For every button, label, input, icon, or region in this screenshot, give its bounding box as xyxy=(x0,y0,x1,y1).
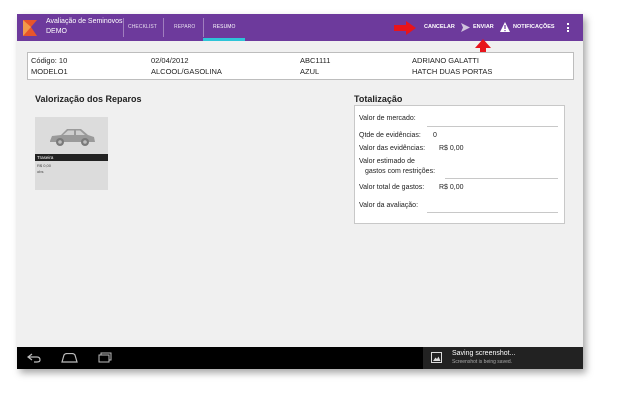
estimated-cost-label: Valor estimado de xyxy=(359,158,415,165)
app-window: Avaliação de Seminovos DEMO CHECKLIST RE… xyxy=(17,14,583,369)
vehicle-info-panel: Código: 10 02/04/2012 ABC1111 ADRIANO GA… xyxy=(27,52,574,80)
tab-resumo[interactable]: RESUMO xyxy=(213,24,236,30)
tab-reparo[interactable]: REPARO xyxy=(174,24,195,30)
app-subtitle: DEMO xyxy=(46,28,67,35)
evidence-value-label: Valor das evidências: xyxy=(359,145,426,152)
evaluation-value-input[interactable] xyxy=(427,212,558,213)
vehicle-plate: ABC1111 xyxy=(300,56,331,65)
vehicle-color: AZUL xyxy=(300,67,320,76)
cancel-button[interactable]: CANCELAR xyxy=(424,24,455,30)
send-button[interactable]: ENVIAR xyxy=(473,24,494,30)
divider xyxy=(203,18,204,37)
repair-card-note: obs xyxy=(37,169,44,174)
home-icon[interactable] xyxy=(61,353,78,363)
tab-checklist[interactable]: CHECKLIST xyxy=(128,24,157,30)
send-icon xyxy=(461,23,470,32)
action-bar: Avaliação de Seminovos DEMO CHECKLIST RE… xyxy=(17,14,583,41)
tab-indicator xyxy=(203,38,245,41)
evidence-count-value: 0 xyxy=(433,132,437,139)
repair-card-value: R$ 0,00 xyxy=(37,163,52,168)
overflow-menu-icon[interactable] xyxy=(567,23,570,34)
notifications-button[interactable]: NOTIFICAÇÕES xyxy=(513,24,555,30)
notification-title: Saving screenshot... xyxy=(452,350,516,357)
market-value-input[interactable] xyxy=(427,126,558,127)
warning-icon xyxy=(500,22,510,32)
divider xyxy=(163,18,164,37)
repair-card[interactable]: Traseira R$ 0,00 obs xyxy=(35,117,108,190)
image-icon xyxy=(431,352,442,363)
vehicle-body: HATCH DUAS PORTAS xyxy=(412,67,493,76)
evaluation-value-label: Valor da avaliação: xyxy=(359,202,419,209)
evidence-count-label: Qtde de evidências: xyxy=(359,132,421,139)
vehicle-code: Código: 10 xyxy=(31,56,68,65)
market-value-label: Valor de mercado: xyxy=(359,115,416,122)
estimated-cost-label-2: gastos com restrições: xyxy=(365,168,436,175)
estimated-cost-input[interactable] xyxy=(445,178,558,179)
back-icon[interactable] xyxy=(27,353,41,363)
screenshot-notification[interactable]: Saving screenshot... Screenshot is being… xyxy=(423,347,583,369)
notification-subtitle: Screenshot is being saved. xyxy=(452,359,513,365)
system-nav-bar: Saving screenshot... Screenshot is being… xyxy=(17,347,583,369)
logo-icon xyxy=(23,20,37,36)
totals-heading: Totalização xyxy=(354,94,403,104)
vehicle-owner: ADRIANO GALATTI xyxy=(412,56,479,65)
totals-panel: Valor de mercado: Qtde de evidências: 0 … xyxy=(354,105,565,224)
arrow-right-annotation-icon xyxy=(394,21,416,35)
recents-icon[interactable] xyxy=(98,352,112,363)
vehicle-fuel: ALCOOL/GASOLINA xyxy=(151,67,222,76)
total-cost-label: Valor total de gastos: xyxy=(359,184,425,191)
divider xyxy=(123,18,124,37)
app-title: Avaliação de Seminovos xyxy=(46,18,123,25)
vehicle-model: MODELO1 xyxy=(31,67,68,76)
evidence-value: R$ 0,00 xyxy=(439,145,464,152)
total-cost-value: R$ 0,00 xyxy=(439,184,464,191)
repairs-heading: Valorização dos Reparos xyxy=(35,94,142,104)
vehicle-date: 02/04/2012 xyxy=(151,56,189,65)
repair-card-label: Traseira xyxy=(35,154,108,161)
car-icon xyxy=(50,129,95,146)
